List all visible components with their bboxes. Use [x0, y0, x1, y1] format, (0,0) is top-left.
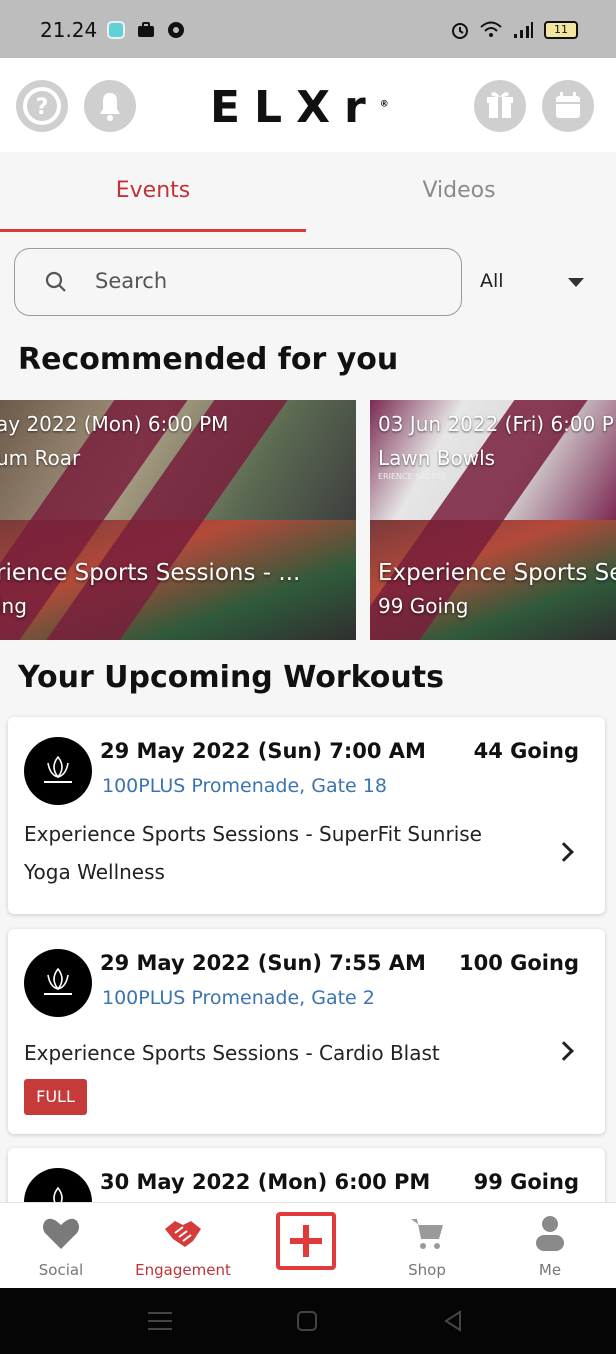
- app-circle-icon: [168, 22, 184, 38]
- search-placeholder: Search: [95, 269, 168, 293]
- nav-label: Me: [538, 1261, 562, 1279]
- back-icon[interactable]: [442, 1310, 464, 1332]
- question-mark-icon: ?: [23, 87, 61, 125]
- logo-text: ELXr: [210, 82, 380, 133]
- recommended-event-card[interactable]: ay 2022 (Mon) 6:00 PM um Roar rience Spo…: [0, 400, 356, 640]
- organizer-logo-icon: [44, 967, 72, 995]
- event-going-count: 99 Going: [378, 594, 469, 618]
- nav-social[interactable]: Social: [6, 1203, 116, 1289]
- wifi-icon: [480, 21, 502, 37]
- chevron-right-icon[interactable]: [554, 1041, 574, 1061]
- add-button[interactable]: [276, 1212, 336, 1270]
- svg-text:?: ?: [36, 95, 49, 120]
- elxr-logo: ELXr®: [210, 82, 389, 133]
- handshake-icon: [165, 1221, 201, 1247]
- workout-title: Experience Sports Sessions - SuperFit Su…: [24, 822, 482, 884]
- system-navigation-bar: [0, 1288, 616, 1354]
- chevron-down-icon[interactable]: [568, 278, 584, 287]
- recommended-heading: Recommended for you: [18, 342, 399, 377]
- person-icon: [536, 1216, 564, 1251]
- recommended-event-card[interactable]: 03 Jun 2022 (Fri) 6:00 P Lawn Bowls ERIE…: [370, 400, 616, 640]
- add-icon: [290, 1225, 322, 1257]
- status-time: 21.24: [40, 18, 98, 42]
- home-icon[interactable]: [296, 1310, 318, 1332]
- event-date: ay 2022 (Mon) 6:00 PM: [0, 412, 229, 436]
- tab-events[interactable]: Events: [0, 178, 306, 203]
- app-notification-icon: [107, 21, 125, 39]
- heart-icon: [43, 1218, 79, 1249]
- notifications-button[interactable]: [84, 80, 136, 132]
- event-organizer: ERIENCE SPORTS: [378, 472, 447, 481]
- status-bar: 21.24 11: [0, 0, 616, 58]
- tab-videos[interactable]: Videos: [306, 178, 612, 203]
- calendar-icon: [556, 92, 580, 118]
- search-input[interactable]: Search: [14, 248, 462, 316]
- workout-card[interactable]: 29 May 2022 (Sun) 7:00 AM 44 Going 100PL…: [8, 717, 605, 914]
- nav-me[interactable]: Me: [495, 1203, 605, 1289]
- active-tab-indicator: [0, 229, 306, 232]
- workout-card[interactable]: 29 May 2022 (Sun) 7:55 AM 100 Going 100P…: [8, 929, 605, 1134]
- workout-going-count: 44 Going: [473, 739, 579, 763]
- nav-label: Engagement: [135, 1261, 231, 1279]
- signal-icon: [514, 22, 533, 38]
- workout-location[interactable]: 100PLUS Promenade, Gate 2: [102, 987, 375, 1009]
- menu-icon[interactable]: [148, 1310, 172, 1332]
- app-header: ? ELXr®: [0, 58, 616, 152]
- nav-label: Shop: [408, 1261, 446, 1279]
- battery-level: 11: [554, 23, 568, 36]
- cart-icon: [411, 1219, 443, 1249]
- workout-date: 29 May 2022 (Sun) 7:00 AM: [100, 739, 426, 763]
- briefcase-icon: [138, 22, 154, 37]
- registered-mark: ®: [379, 99, 389, 110]
- organizer-avatar: [24, 949, 92, 1017]
- gift-icon: [487, 92, 513, 118]
- content-tabs: Events Videos: [0, 152, 616, 234]
- category-filter[interactable]: All: [480, 270, 504, 292]
- workout-date: 30 May 2022 (Mon) 6:00 PM: [100, 1170, 431, 1194]
- event-date: 03 Jun 2022 (Fri) 6:00 P: [378, 412, 614, 436]
- event-venue: Lawn Bowls: [378, 446, 496, 470]
- workout-going-count: 100 Going: [459, 951, 579, 975]
- full-badge: FULL: [24, 1079, 87, 1115]
- system-icons: 11: [450, 20, 578, 40]
- notification-icons: [106, 20, 186, 40]
- nav-engagement[interactable]: Engagement: [128, 1203, 238, 1289]
- help-button[interactable]: ?: [16, 80, 68, 132]
- upcoming-heading: Your Upcoming Workouts: [18, 660, 444, 695]
- event-venue: um Roar: [0, 446, 81, 470]
- workout-going-count: 99 Going: [473, 1170, 579, 1194]
- chevron-right-icon[interactable]: [554, 842, 574, 862]
- nav-label: Social: [38, 1261, 84, 1279]
- battery-icon: 11: [544, 21, 578, 39]
- event-going-count: ing: [0, 594, 27, 618]
- event-title: Experience Sports Se: [378, 560, 616, 586]
- organizer-avatar: [24, 737, 92, 805]
- organizer-logo-icon: [44, 755, 72, 783]
- bell-icon: [100, 93, 120, 121]
- workout-location[interactable]: 100PLUS Promenade, Gate 18: [102, 775, 387, 797]
- alarm-icon: [452, 23, 468, 39]
- event-title: rience Sports Sessions - ...: [0, 560, 301, 586]
- workout-date: 29 May 2022 (Sun) 7:55 AM: [100, 951, 426, 975]
- nav-shop[interactable]: Shop: [372, 1203, 482, 1289]
- workout-title: Experience Sports Sessions - Cardio Blas…: [24, 1041, 440, 1065]
- rewards-button[interactable]: [474, 80, 526, 132]
- calendar-button[interactable]: [542, 80, 594, 132]
- search-icon: [45, 271, 66, 292]
